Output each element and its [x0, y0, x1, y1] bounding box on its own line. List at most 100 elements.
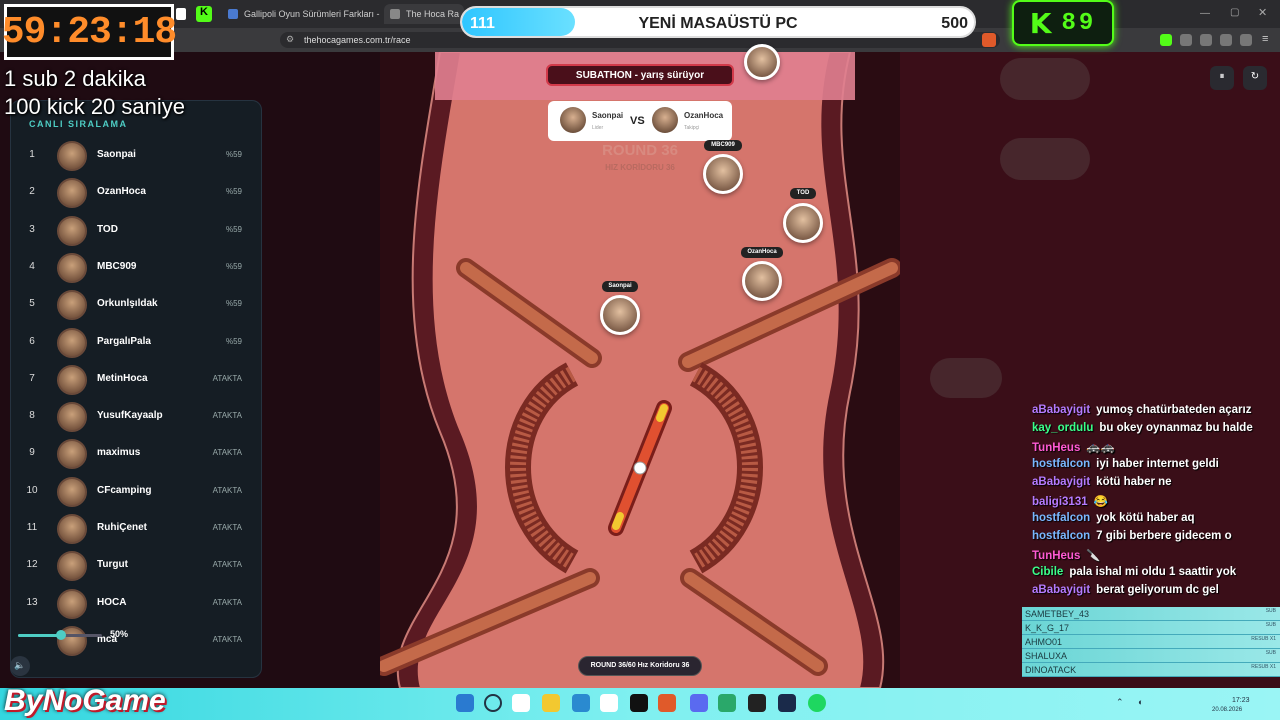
round-pill-text: ROUND 36/60 Hız Koridoru 36: [590, 662, 690, 669]
leaderboard-row: 6 PargalıPala %59: [10, 325, 262, 362]
leaderboard-row: 12 Turgut ATAKTA: [10, 548, 262, 585]
player-status: %59: [225, 261, 242, 271]
sub-name: K_K_G_17: [1025, 623, 1070, 633]
chat-username: hostfalcon: [1032, 530, 1091, 542]
kick-count: 89: [1061, 9, 1097, 37]
chat-text: berat geliyorum dc gel: [1096, 584, 1219, 596]
rank-number: 2: [29, 186, 35, 198]
chat-text: bu okey oynanmaz bu halde: [1099, 422, 1253, 434]
goal-progress-bar: 111 YENİ MASAÜSTÜ PC 500: [460, 6, 976, 38]
player-avatar: [57, 476, 87, 507]
discord-icon[interactable]: [690, 694, 708, 712]
vpn-icon[interactable]: [1240, 34, 1252, 46]
spotify-icon[interactable]: [808, 694, 826, 712]
player-avatar: [57, 588, 87, 619]
site-info-icon[interactable]: ⚙: [286, 34, 294, 45]
volume-control[interactable]: 50%: [10, 624, 130, 646]
kick-follower-counter: K 89: [1012, 0, 1114, 46]
sub-tag: SUB: [1265, 622, 1276, 628]
player-avatar: [57, 364, 87, 395]
leaderboard-row: 3 TOD %59: [10, 213, 262, 250]
chat-text: pala ishal mi oldu 1 saattir yok: [1069, 566, 1237, 578]
clock-time[interactable]: 17:23: [1232, 697, 1250, 704]
app-icon[interactable]: [718, 694, 736, 712]
player-status: %59: [225, 187, 242, 197]
chat-message: hostfalcon iyi haber internet geldi: [1032, 458, 1219, 476]
sub-alert-item: AHMO01 RESUB X1: [1022, 635, 1280, 649]
brave-shield-icon[interactable]: [982, 33, 996, 47]
chat-message: hostfalcon yok kötü haber aq: [1032, 512, 1195, 530]
sub-name: SHALUXA: [1025, 651, 1068, 661]
player-avatar: [57, 252, 87, 283]
obs-icon[interactable]: [748, 694, 766, 712]
chat-text: iyi haber internet geldi: [1096, 458, 1219, 470]
chat-username: aBabayigit: [1032, 584, 1091, 596]
goal-target: 500: [941, 15, 968, 32]
photos-icon[interactable]: [572, 694, 590, 712]
chat-message: Cibile pala ishal mi oldu 1 saattir yok: [1032, 566, 1236, 584]
extension-icon[interactable]: [1180, 34, 1192, 46]
player-label-tod: TOD: [790, 188, 816, 199]
tab-hoca-race[interactable]: The Hoca Ra: [384, 4, 464, 24]
player-ozanhoca: [742, 261, 782, 301]
store-icon[interactable]: [600, 694, 618, 712]
follower-avatar: [652, 107, 678, 133]
volume-slider-knob[interactable]: [56, 630, 66, 640]
player-avatar: [744, 44, 780, 80]
pause-button[interactable]: ⏸: [1210, 66, 1234, 90]
player-avatar: [57, 178, 87, 209]
leaderboard-row: 4 MBC909 %59: [10, 250, 262, 287]
restart-button[interactable]: ↻: [1243, 66, 1267, 90]
cloud-decoration: [1000, 58, 1090, 100]
clock-date[interactable]: 20.08.2026: [1212, 707, 1242, 713]
chat-text: 😂: [1093, 496, 1108, 508]
chat-text: yok kötü haber aq: [1096, 512, 1195, 524]
sub-alert-item: SAMETBEY_43 SUB: [1022, 607, 1280, 621]
kick-logo-icon: K: [1029, 6, 1052, 40]
player-status: ATAKTA: [212, 523, 242, 532]
close-icon[interactable]: ✕: [1258, 6, 1267, 19]
url-text: thehocagames.com.tr/race: [304, 35, 411, 45]
leaderboard-row: 2 OzanHoca %59: [10, 175, 262, 212]
player-name: CFcamping: [97, 484, 152, 496]
chat-message: kay_ordulu bu okey oynanmaz bu halde: [1032, 422, 1253, 440]
leaderboard-row: 9 maximus ATAKTA: [10, 436, 262, 473]
chat-message: hostfalcon 7 gibi berbere gidecem o: [1032, 530, 1232, 548]
kick-rule-text: 100 kick 20 saniye: [4, 94, 185, 119]
sub-alert-item: DINOATACK RESUB X1: [1022, 663, 1280, 677]
rank-number: 11: [26, 522, 38, 533]
player-name: YusufKayaalp: [97, 410, 163, 422]
subathon-text: SUBATHON - yarış sürüyor: [575, 70, 705, 81]
player-status: ATAKTA: [212, 448, 242, 458]
pinned-tab-icon[interactable]: [176, 8, 186, 20]
tab-gallipoli[interactable]: Gallipoli Oyun Sürümleri Farkları - Gü: [222, 4, 380, 24]
music-icon[interactable]: [1200, 34, 1212, 46]
pause-icon: ⏸: [1219, 71, 1225, 82]
sub-name: SAMETBEY_43: [1025, 609, 1090, 619]
brave-icon[interactable]: [658, 694, 676, 712]
notion-icon[interactable]: [630, 694, 648, 712]
leaderboard-row: 10 CFcamping ATAKTA: [10, 474, 262, 511]
steam-icon[interactable]: [778, 694, 796, 712]
tray-chevron-icon[interactable]: ⌃: [1116, 697, 1124, 708]
chat-username: hostfalcon: [1032, 458, 1091, 470]
file-explorer-icon[interactable]: [542, 694, 560, 712]
search-icon[interactable]: [484, 694, 502, 712]
player-name: maximus: [97, 447, 141, 459]
sub-tag: SUB: [1265, 650, 1276, 656]
start-icon[interactable]: [456, 694, 474, 712]
widgets-icon[interactable]: [512, 694, 530, 712]
leader-name: Saonpai: [592, 111, 624, 120]
kick-pinned-tab-icon[interactable]: K: [196, 6, 212, 22]
menu-icon[interactable]: ≡: [1262, 33, 1268, 45]
network-icon[interactable]: ◐: [1138, 697, 1143, 707]
player-tod: [783, 203, 823, 243]
goal-title: YENİ MASAÜSTÜ PC: [638, 15, 798, 32]
player-status: ATAKTA: [212, 411, 242, 421]
extension-icon[interactable]: [1220, 34, 1232, 46]
maximize-icon[interactable]: ▢: [1230, 7, 1239, 18]
minimize-icon[interactable]: —: [1200, 8, 1210, 19]
leader-avatar: [560, 107, 586, 133]
extension-icon[interactable]: [1160, 34, 1172, 46]
speaker-icon[interactable]: 🔈: [10, 656, 30, 676]
